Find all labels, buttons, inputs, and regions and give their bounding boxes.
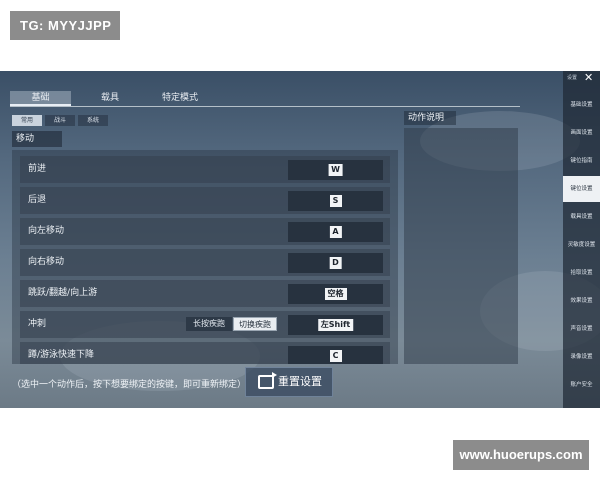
action-label: 向左移动	[28, 226, 65, 236]
key-slot[interactable]: C	[288, 346, 383, 364]
keybinding-row-move-left[interactable]: 向左移动 A	[20, 218, 390, 245]
keycap: C	[329, 350, 342, 362]
key-slot[interactable]: 空格	[288, 284, 383, 304]
sidebar-item-sound[interactable]: 声音设置	[563, 316, 600, 342]
sidebar-item-effects[interactable]: 效果设置	[563, 288, 600, 314]
toggle-sprint-toggle[interactable]: 切换疾跑	[233, 317, 277, 331]
sidebar-header-label: 设置	[567, 75, 578, 81]
reset-icon	[258, 372, 277, 389]
action-label: 跳跃/翻越/向上游	[28, 288, 98, 298]
sidebar-item-basic[interactable]: 基础设置	[563, 92, 600, 118]
tab-bar: 基础 载具 特定模式	[10, 91, 520, 107]
subtab-bar: 常用 战斗 系统	[12, 115, 108, 126]
close-icon[interactable]: ✕	[584, 72, 593, 84]
key-slot[interactable]: W	[288, 160, 383, 180]
reset-settings-button[interactable]: 重置设置	[245, 367, 333, 397]
sidebar-header: 设置 ✕	[563, 71, 600, 85]
key-slot[interactable]: D	[288, 253, 383, 273]
key-slot[interactable]: A	[288, 222, 383, 242]
watermark-bottom-right: www.huoerups.com	[453, 440, 589, 470]
reset-button-label: 重置设置	[278, 375, 322, 388]
game-settings-screen: 基础 载具 特定模式 常用 战斗 系统 移动 前进 W 后退 S 向左移动 A	[0, 71, 600, 408]
keybinding-row-sprint[interactable]: 冲刺 长按疾跑 切换疾跑 左Shift	[20, 311, 390, 338]
sidebar-item-sensitivity[interactable]: 灵敏度设置	[563, 232, 600, 258]
keycap: W	[328, 164, 343, 176]
tab-special-mode[interactable]: 特定模式	[150, 91, 210, 106]
sidebar-item-recording[interactable]: 录像设置	[563, 344, 600, 370]
action-label: 向右移动	[28, 257, 65, 267]
key-slot[interactable]: 左Shift	[288, 315, 383, 335]
keybinding-row-jump[interactable]: 跳跃/翻越/向上游 空格	[20, 280, 390, 307]
hold-sprint-toggle[interactable]: 长按疾跑	[186, 317, 232, 331]
tab-basic[interactable]: 基础	[10, 91, 71, 106]
keycap: 空格	[324, 288, 347, 300]
tab-vehicle[interactable]: 载具	[90, 91, 130, 106]
keycap: A	[329, 226, 342, 238]
page: TG: MYYJJPP 基础 载具 特定模式 常用 战斗 系统 移动 前进 W …	[0, 0, 600, 480]
watermark-top-left: TG: MYYJJPP	[10, 11, 120, 40]
sidebar-item-account-security[interactable]: 账户安全	[563, 372, 600, 398]
section-title-movement: 移动	[12, 131, 62, 147]
keybinding-row-crouch[interactable]: 蹲/游泳快速下降 C	[20, 342, 390, 364]
settings-sidebar: 设置 ✕ 基础设置 画面设置 键位指南 键位设置 载具设置 灵敏度设置 拾取设置…	[563, 71, 600, 408]
keybinding-row-backward[interactable]: 后退 S	[20, 187, 390, 214]
action-label: 冲刺	[28, 319, 47, 329]
subtab-common[interactable]: 常用	[12, 115, 42, 126]
keybinding-row-move-right[interactable]: 向右移动 D	[20, 249, 390, 276]
sidebar-item-vehicle[interactable]: 载具设置	[563, 204, 600, 230]
keycap: D	[329, 257, 342, 269]
sidebar-item-graphics[interactable]: 画面设置	[563, 120, 600, 146]
action-description-panel	[404, 128, 518, 364]
action-label: 蹲/游泳快速下降	[28, 350, 95, 360]
sidebar-item-pickup[interactable]: 拾取设置	[563, 260, 600, 286]
key-slot[interactable]: S	[288, 191, 383, 211]
keybinding-row-forward[interactable]: 前进 W	[20, 156, 390, 183]
action-description-title: 动作说明	[404, 111, 456, 125]
subtab-system[interactable]: 系统	[78, 115, 108, 126]
keybinding-list[interactable]: 前进 W 后退 S 向左移动 A 向右移动 D 跳跃/翻越/向上游 空格 冲刺 …	[12, 150, 398, 364]
subtab-combat[interactable]: 战斗	[45, 115, 75, 126]
sidebar-item-key-guide[interactable]: 键位指南	[563, 148, 600, 174]
keycap: S	[329, 195, 342, 207]
keycap: 左Shift	[317, 319, 354, 331]
action-label: 前进	[28, 164, 47, 174]
action-label: 后退	[28, 195, 47, 205]
rebind-hint: （选中一个动作后，按下想要绑定的按键，即可重新绑定）	[12, 380, 247, 390]
sidebar-item-keybindings[interactable]: 键位设置	[563, 176, 600, 202]
